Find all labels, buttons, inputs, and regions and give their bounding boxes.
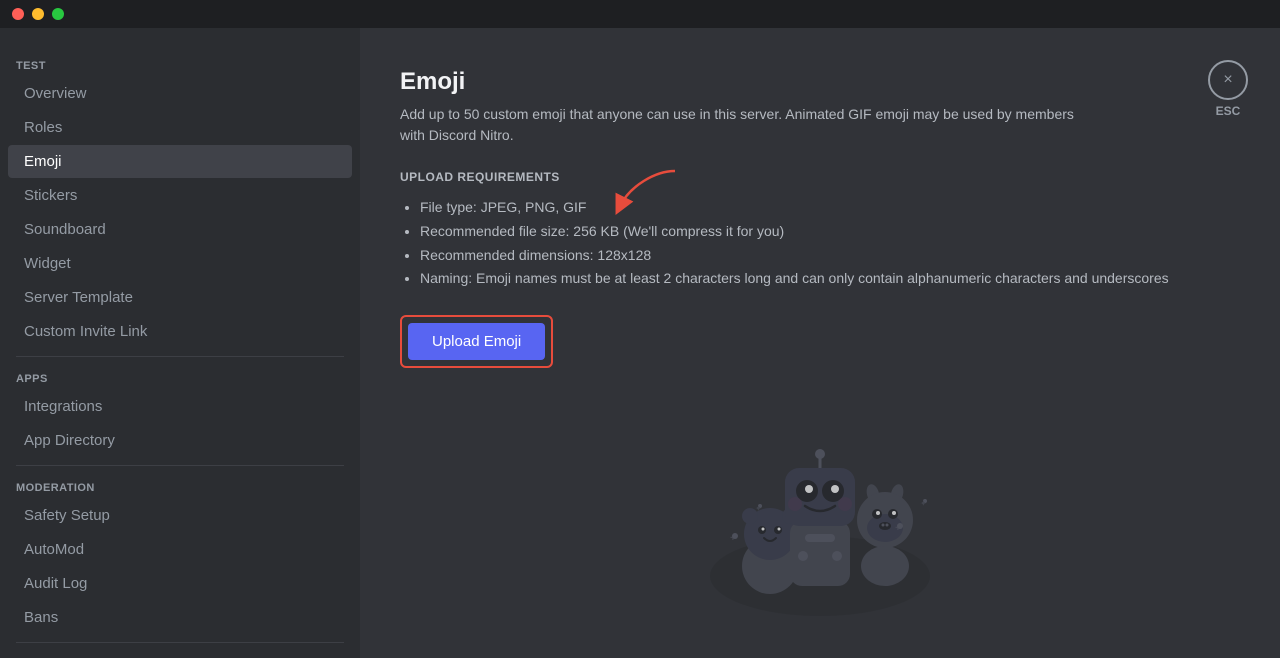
sidebar-item-app-directory[interactable]: App Directory xyxy=(8,424,352,457)
sidebar-divider-3 xyxy=(16,642,344,643)
sidebar-section-apps: APPS xyxy=(0,365,360,389)
sidebar-item-label: AutoMod xyxy=(24,541,84,558)
sidebar-divider-1 xyxy=(16,356,344,357)
sidebar-item-label: Roles xyxy=(24,119,62,136)
upload-btn-wrapper: Upload Emoji xyxy=(400,315,553,368)
upload-emoji-button[interactable]: Upload Emoji xyxy=(408,323,545,360)
sidebar-item-label: Safety Setup xyxy=(24,507,110,524)
requirement-item: Recommended dimensions: 128x128 xyxy=(420,244,1240,268)
sidebar-item-label: App Directory xyxy=(24,432,115,449)
sidebar-item-widget[interactable]: Widget xyxy=(8,247,352,280)
sidebar-item-safety-setup[interactable]: Safety Setup xyxy=(8,499,352,532)
sidebar-item-audit-log[interactable]: Audit Log xyxy=(8,567,352,600)
page-title: Emoji xyxy=(400,68,1240,96)
sidebar-item-roles[interactable]: Roles xyxy=(8,111,352,144)
sidebar-item-stickers[interactable]: Stickers xyxy=(8,179,352,212)
requirement-item: Recommended file size: 256 KB (We'll com… xyxy=(420,220,1240,244)
svg-text:+: + xyxy=(730,533,736,544)
sidebar-item-soundboard[interactable]: Soundboard xyxy=(8,213,352,246)
sidebar-item-label: Overview xyxy=(24,85,87,102)
illustration-area: + + ✦ ✦ xyxy=(400,416,1240,616)
esc-circle: × xyxy=(1208,60,1248,100)
sidebar-item-automod[interactable]: AutoMod xyxy=(8,533,352,566)
sidebar-item-label: Bans xyxy=(24,609,58,626)
sidebar-item-label: Emoji xyxy=(24,153,62,170)
svg-text:✦: ✦ xyxy=(920,499,927,508)
svg-text:+: + xyxy=(895,523,901,534)
close-button[interactable] xyxy=(12,8,24,20)
sidebar-item-label: Soundboard xyxy=(24,221,106,238)
sidebar-item-label: Stickers xyxy=(24,187,77,204)
sidebar-section-test: TEST xyxy=(0,52,360,76)
page-description: Add up to 50 custom emoji that anyone ca… xyxy=(400,104,1080,146)
sidebar: TEST Overview Roles Emoji Stickers Sound… xyxy=(0,28,360,658)
sidebar-divider-2 xyxy=(16,465,344,466)
sidebar-item-label: Audit Log xyxy=(24,575,87,592)
titlebar xyxy=(0,0,1280,28)
sidebar-item-emoji[interactable]: Emoji xyxy=(8,145,352,178)
sidebar-item-server-template[interactable]: Server Template xyxy=(8,281,352,314)
esc-button[interactable]: × ESC xyxy=(1208,60,1248,118)
requirement-item: File type: JPEG, PNG, GIF xyxy=(420,196,1240,220)
sidebar-item-label: Server Template xyxy=(24,289,133,306)
minimize-button[interactable] xyxy=(32,8,44,20)
sidebar-item-overview[interactable]: Overview xyxy=(8,77,352,110)
sidebar-section-moderation: MODERATION xyxy=(0,474,360,498)
main-content: × ESC Emoji Add up to 50 custom emoji th… xyxy=(360,28,1280,658)
sidebar-item-label: Widget xyxy=(24,255,71,272)
sidebar-section-community: COMMUNITY xyxy=(0,651,360,658)
sidebar-item-bans[interactable]: Bans xyxy=(8,601,352,634)
close-icon: × xyxy=(1223,71,1232,89)
sidebar-item-custom-invite-link[interactable]: Custom Invite Link xyxy=(8,315,352,348)
upload-requirements-label: UPLOAD REQUIREMENTS xyxy=(400,170,1240,184)
sidebar-item-label: Integrations xyxy=(24,398,102,415)
sidebar-item-integrations[interactable]: Integrations xyxy=(8,390,352,423)
maximize-button[interactable] xyxy=(52,8,64,20)
svg-text:✦: ✦ xyxy=(755,504,762,513)
emoji-illustration: + + ✦ ✦ xyxy=(680,416,960,616)
requirements-list: File type: JPEG, PNG, GIF Recommended fi… xyxy=(400,196,1240,291)
app-layout: TEST Overview Roles Emoji Stickers Sound… xyxy=(0,28,1280,658)
esc-label: ESC xyxy=(1216,104,1241,118)
requirement-item: Naming: Emoji names must be at least 2 c… xyxy=(420,267,1240,291)
sidebar-item-label: Custom Invite Link xyxy=(24,323,147,340)
